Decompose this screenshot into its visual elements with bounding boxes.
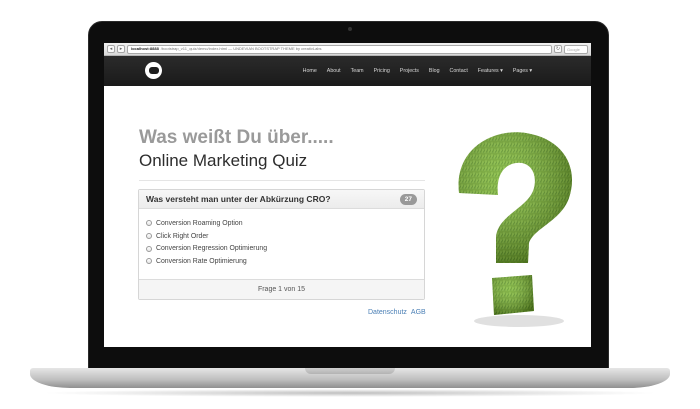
privacy-link[interactable]: Datenschutz bbox=[368, 309, 407, 316]
hero-title: Was weißt Du über..... bbox=[139, 127, 334, 148]
radio-button[interactable] bbox=[146, 258, 152, 265]
answer-option[interactable]: Conversion Regression Optimierung bbox=[146, 242, 267, 255]
nav-item-features[interactable]: Features ▾ bbox=[473, 68, 508, 74]
laptop-screen: ◂ ▸ localhost:8888 /bootstrap_v11_quiz/d… bbox=[104, 43, 591, 347]
site-navbar: Home About Team Pricing Projects Blog Co… bbox=[104, 56, 591, 86]
url-path: /bootstrap_v11_quiz/demo/index.html — UN… bbox=[160, 46, 322, 51]
nav-item-about[interactable]: About bbox=[322, 68, 346, 74]
answer-label[interactable]: Click Right Order bbox=[156, 233, 208, 240]
nav-item-home[interactable]: Home bbox=[298, 68, 322, 74]
answer-list: Conversion Roaming Option Click Right Or… bbox=[146, 217, 267, 268]
url-host: localhost:8888 bbox=[131, 46, 159, 51]
address-bar[interactable]: localhost:8888 /bootstrap_v11_quiz/demo/… bbox=[127, 44, 552, 54]
answer-option[interactable]: Conversion Roaming Option bbox=[146, 217, 267, 230]
radio-button[interactable] bbox=[146, 245, 152, 252]
nav-item-pages[interactable]: Pages ▾ bbox=[508, 68, 537, 74]
quiz-panel-header: Was versteht man unter der Abkürzung CRO… bbox=[139, 190, 424, 209]
nav-item-pricing[interactable]: Pricing bbox=[369, 68, 395, 74]
browser-toolbar: ◂ ▸ localhost:8888 /bootstrap_v11_quiz/d… bbox=[104, 43, 591, 56]
camera-dot bbox=[348, 27, 352, 31]
quiz-question: Was versteht man unter der Abkürzung CRO… bbox=[146, 194, 331, 204]
nav-item-contact[interactable]: Contact bbox=[445, 68, 473, 74]
logo-mark-icon bbox=[148, 67, 159, 74]
terms-link[interactable]: AGB bbox=[411, 309, 426, 316]
answer-option[interactable]: Conversion Rate Optimierung bbox=[146, 255, 267, 268]
quiz-panel: Was versteht man unter der Abkürzung CRO… bbox=[138, 189, 425, 300]
radio-button[interactable] bbox=[146, 233, 152, 240]
laptop-mockup: ◂ ▸ localhost:8888 /bootstrap_v11_quiz/d… bbox=[0, 0, 700, 409]
hero-subtitle: Online Marketing Quiz bbox=[139, 151, 308, 170]
answer-label[interactable]: Conversion Rate Optimierung bbox=[156, 258, 247, 265]
nav-item-blog[interactable]: Blog bbox=[424, 68, 445, 74]
site-logo[interactable] bbox=[145, 62, 162, 79]
answer-label[interactable]: Conversion Roaming Option bbox=[156, 220, 243, 227]
laptop-notch bbox=[305, 368, 395, 374]
question-mark-illustration bbox=[458, 132, 573, 327]
laptop-shadow bbox=[40, 389, 660, 397]
question-count-badge: 27 bbox=[399, 194, 417, 205]
answer-option[interactable]: Click Right Order bbox=[146, 230, 267, 243]
divider bbox=[139, 180, 425, 181]
nav-item-projects[interactable]: Projects bbox=[395, 68, 424, 74]
main-menu: Home About Team Pricing Projects Blog Co… bbox=[298, 56, 537, 86]
browser-search-input[interactable]: Google bbox=[564, 44, 588, 54]
quiz-progress: Frage 1 von 15 bbox=[139, 279, 424, 299]
nav-item-team[interactable]: Team bbox=[346, 68, 369, 74]
answer-label[interactable]: Conversion Regression Optimierung bbox=[156, 245, 267, 252]
forward-button[interactable]: ▸ bbox=[117, 45, 125, 53]
refresh-icon[interactable]: ↻ bbox=[554, 45, 562, 53]
radio-button[interactable] bbox=[146, 220, 152, 227]
footer-links: Datenschutz AGB bbox=[368, 309, 426, 316]
back-button[interactable]: ◂ bbox=[107, 45, 115, 53]
